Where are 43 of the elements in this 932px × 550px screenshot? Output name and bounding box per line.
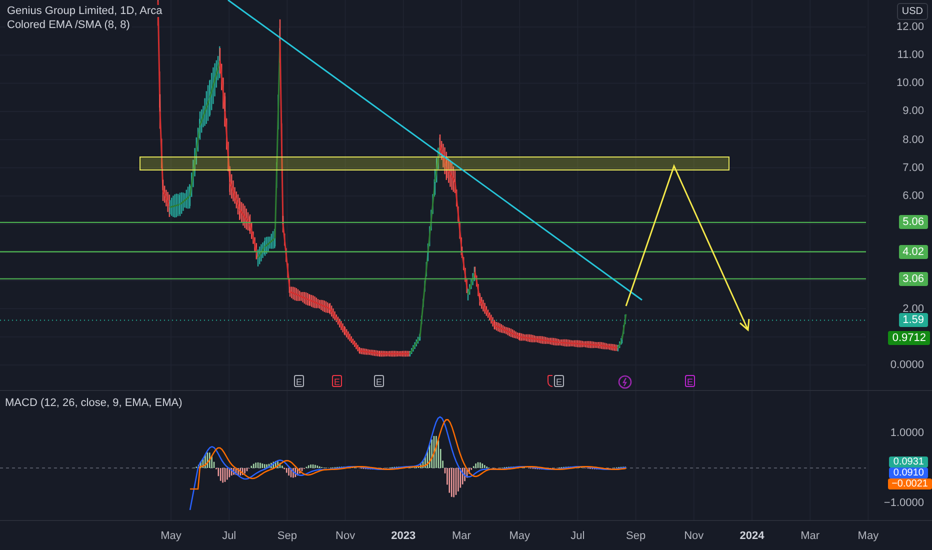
price-tick: 0.0000 [890,359,924,371]
time-tick: 2023 [391,530,416,542]
earnings-marker[interactable]: E [332,375,342,387]
time-tick: Jul [570,530,585,542]
time-tick: May [858,530,879,542]
time-tick: 2024 [740,530,764,542]
time-tick: Mar [800,530,820,542]
price-marker: 1.59 [898,313,928,328]
time-tick: May [160,530,182,542]
price-tick: 8.00 [902,134,924,146]
indicator-title: Colored EMA /SMA (8, 8) [5,19,132,31]
macd-tick: −1.0000 [884,497,924,509]
price-marker: 0.9712 [888,330,930,345]
macd-tick: 1.0000 [890,427,924,439]
time-tick: Sep [626,530,646,542]
macd-marker: 0.0910 [889,468,928,478]
earnings-marker[interactable]: E [685,375,695,387]
time-tick: Mar [452,530,471,542]
time-tick: Nov [336,530,356,542]
earnings-marker[interactable]: E [374,375,384,387]
price-tick: 11.00 [897,49,924,62]
price-tick: 6.00 [902,190,924,202]
time-tick: Jul [222,530,236,542]
macd-marker: 0.0931 [889,456,928,468]
currency-button[interactable]: USD [896,3,928,20]
price-marker: 5.06 [898,215,928,230]
lightning-icon[interactable] [618,375,632,389]
price-marker: 4.02 [898,244,928,259]
time-tick: Sep [277,530,297,542]
earnings-marker[interactable]: E [294,375,304,387]
price-tick: 9.00 [902,105,924,118]
earnings-marker[interactable]: E [554,375,564,387]
price-tick: 12.00 [896,20,924,33]
dividend-marker[interactable] [548,375,552,387]
time-tick: Nov [684,530,704,542]
price-tick: 10.00 [896,77,924,90]
indicator-title: MACD (12, 26, close, 9, EMA, EMA) [5,397,182,409]
symbol-title: Genius Group Limited, 1D, Arca [5,5,164,17]
price-tick: 2.00 [902,302,924,315]
price-marker: 3.06 [898,272,928,286]
price-tick: 7.00 [902,162,924,174]
macd-marker: −0.0021 [888,478,932,490]
time-tick: May [509,530,530,542]
